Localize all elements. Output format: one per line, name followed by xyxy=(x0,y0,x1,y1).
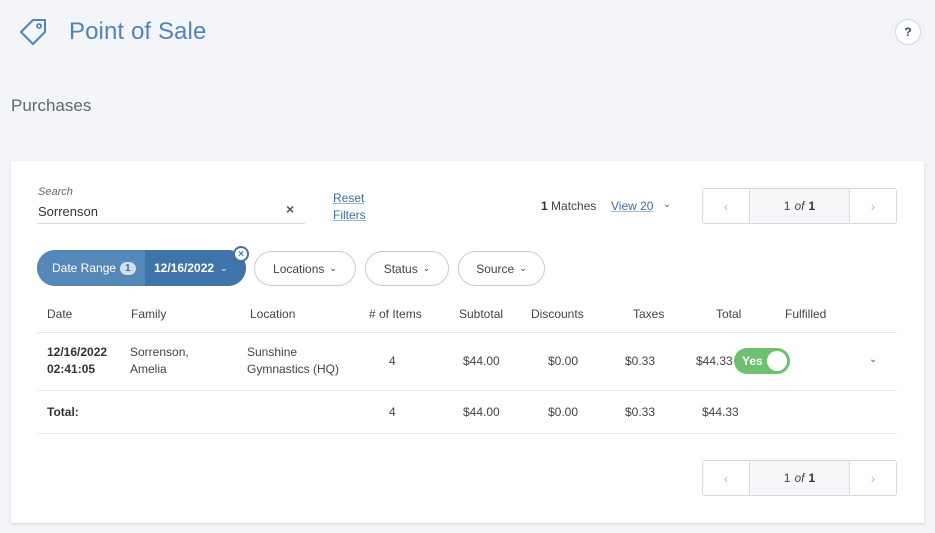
divider xyxy=(37,433,897,434)
match-count-value: 1 xyxy=(541,199,548,213)
help-button[interactable]: ? xyxy=(895,19,921,45)
totals-discounts: $0.00 xyxy=(548,405,579,419)
chevron-right-icon[interactable]: › xyxy=(850,461,896,495)
tag-icon xyxy=(20,19,46,45)
chevron-down-icon[interactable]: ⌄ xyxy=(869,354,877,365)
clear-search-icon[interactable]: × xyxy=(286,201,294,217)
locations-filter[interactable]: Locations ⌄ xyxy=(254,251,356,286)
chevron-right-icon[interactable]: › xyxy=(850,189,896,223)
header-family[interactable]: Family xyxy=(131,295,166,333)
chevron-down-icon: ⌄ xyxy=(519,263,527,273)
reset-filters-line2: Filters xyxy=(333,208,366,222)
chevron-down-icon: ⌄ xyxy=(220,262,228,273)
search-input[interactable] xyxy=(37,200,305,224)
reset-filters-link[interactable]: Reset Filters xyxy=(333,190,366,224)
reset-filters-line1: Reset xyxy=(333,191,365,205)
totals-items: 4 xyxy=(389,405,396,419)
header-discounts[interactable]: Discounts xyxy=(531,295,584,333)
totals-label: Total: xyxy=(47,405,79,419)
header-subtotal[interactable]: Subtotal xyxy=(459,295,503,333)
row-total: $44.33 xyxy=(696,354,733,368)
date-range-value[interactable]: 12/16/2022 ⌄ xyxy=(145,250,246,286)
row-family: Sorrenson, Amelia xyxy=(130,345,189,376)
divider xyxy=(37,390,897,391)
totals-subtotal: $44.00 xyxy=(463,405,500,419)
date-range-badge: 1 xyxy=(120,261,136,275)
page-indicator: 1 of 1 xyxy=(749,461,850,495)
header-date[interactable]: Date xyxy=(47,295,72,333)
divider xyxy=(37,332,897,333)
totals-taxes: $0.33 xyxy=(625,405,656,419)
chevron-down-icon[interactable]: ⌄ xyxy=(663,199,671,210)
search-label: Search xyxy=(38,186,73,198)
header-total[interactable]: Total xyxy=(716,295,741,333)
fulfilled-toggle-label: Yes xyxy=(742,354,763,368)
match-count-label: Matches xyxy=(551,199,597,213)
date-range-filter[interactable]: Date Range 1 12/16/2022 ⌄ xyxy=(37,250,246,286)
close-icon[interactable]: × xyxy=(233,246,249,262)
page-title: Point of Sale xyxy=(69,18,207,45)
page-indicator: 1 of 1 xyxy=(749,189,850,223)
row-subtotal: $44.00 xyxy=(463,354,500,368)
chevron-left-icon[interactable]: ‹ xyxy=(703,189,749,223)
toggle-knob xyxy=(767,351,787,371)
date-range-label[interactable]: Date Range 1 xyxy=(37,250,145,286)
fulfilled-toggle[interactable]: Yes xyxy=(734,348,790,374)
row-location: Sunshine Gymnastics (HQ) xyxy=(247,345,340,376)
header-taxes[interactable]: Taxes xyxy=(633,295,664,333)
chevron-down-icon: ⌄ xyxy=(422,263,431,273)
header-fulfilled[interactable]: Fulfilled xyxy=(785,295,826,333)
chevron-left-icon[interactable]: ‹ xyxy=(703,461,749,495)
header-items[interactable]: # of Items xyxy=(369,295,422,333)
match-count: 1 Matches xyxy=(541,199,596,213)
row-taxes: $0.33 xyxy=(625,354,656,368)
chevron-down-icon: ⌄ xyxy=(329,263,337,273)
pager-top: ‹ 1 of 1 › xyxy=(702,188,897,224)
row-discounts: $0.00 xyxy=(548,354,579,368)
section-title: Purchases xyxy=(11,96,92,115)
header-location[interactable]: Location xyxy=(250,295,295,333)
row-items: 4 xyxy=(389,354,396,368)
app-header: Point of Sale ? xyxy=(0,0,935,66)
purchases-card: Search × Reset Filters 1 Matches View 20… xyxy=(11,161,924,523)
totals-total: $44.33 xyxy=(702,405,739,419)
status-filter[interactable]: Status ⌄ xyxy=(365,251,449,286)
row-date: 12/16/2022 02:41:05 xyxy=(47,345,108,376)
view-count-dropdown[interactable]: View 20 xyxy=(611,199,653,213)
source-filter[interactable]: Source ⌄ xyxy=(458,251,545,286)
pager-bottom: ‹ 1 of 1 › xyxy=(702,460,897,496)
